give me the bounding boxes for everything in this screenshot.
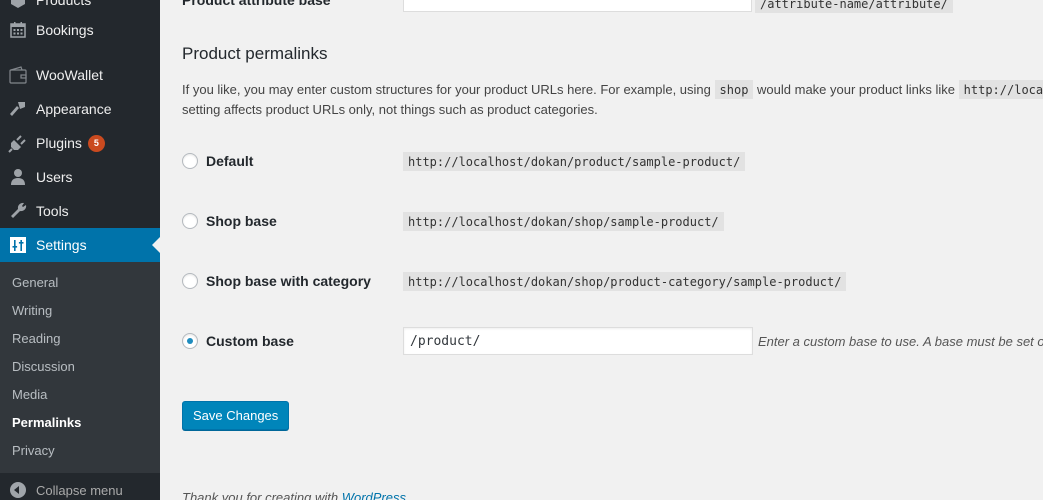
section-description: If you like, you may enter custom struct…: [182, 79, 1043, 101]
menu-item-bookings[interactable]: Bookings: [0, 13, 160, 47]
option-label: Shop base with category: [206, 273, 371, 289]
menu-item-label: Plugins: [36, 135, 82, 151]
wallet-icon: [0, 65, 36, 85]
menu-item-label: WooWallet: [36, 67, 103, 83]
submenu-item-writing[interactable]: Writing: [0, 297, 160, 325]
user-icon: [0, 167, 36, 187]
desc-text-2: would make your product links like: [757, 82, 956, 97]
submenu-item-media[interactable]: Media: [0, 381, 160, 409]
footer-thanks: Thank you for creating with: [182, 490, 339, 500]
settings-sliders-icon: [0, 236, 36, 254]
wordpress-link[interactable]: WordPress: [342, 490, 406, 500]
menu-item-woowallet[interactable]: WooWallet: [0, 58, 160, 92]
radio-shop-base-with-category[interactable]: [182, 273, 198, 289]
footer-text: Thank you for creating with WordPress: [182, 490, 406, 500]
submenu-item-privacy[interactable]: Privacy: [0, 437, 160, 465]
example-url-shop-base-with-category: http://localhost/dokan/shop/product-cate…: [403, 272, 847, 291]
custom-base-input[interactable]: [403, 327, 753, 355]
menu-item-label: Bookings: [36, 22, 94, 38]
submenu-item-reading[interactable]: Reading: [0, 325, 160, 353]
radio-default[interactable]: [182, 153, 198, 169]
menu-item-label: Users: [36, 169, 73, 185]
menu-item-settings[interactable]: Settings: [0, 228, 160, 262]
desc-text-1: If you like, you may enter custom struct…: [182, 82, 711, 97]
menu-item-label: Settings: [36, 237, 87, 253]
section-title: Product permalinks: [182, 44, 328, 63]
option-custom-base[interactable]: Custom base: [182, 333, 294, 349]
section-description-line2: setting affects product URLs only, not t…: [182, 102, 598, 117]
menu-item-label: Products: [36, 0, 92, 8]
custom-base-hint: Enter a custom base to use. A base must …: [758, 334, 1043, 349]
collapse-arrow-icon: [10, 482, 26, 498]
menu-item-plugins[interactable]: Plugins 5: [0, 126, 160, 160]
current-menu-arrow: [152, 237, 160, 253]
collapse-menu-button[interactable]: Collapse menu: [0, 473, 160, 500]
save-changes-button[interactable]: Save Changes: [182, 401, 290, 430]
option-default[interactable]: Default: [182, 153, 253, 169]
menu-item-users[interactable]: Users: [0, 160, 160, 194]
desc-code-shop: shop: [714, 80, 754, 99]
submenu-item-permalinks[interactable]: Permalinks: [0, 409, 160, 437]
main-content: Product attribute base /attribute-name/a…: [182, 0, 1043, 500]
option-label: Custom base: [206, 333, 294, 349]
admin-sidebar: Products Bookings WooWallet Appearance P…: [0, 0, 160, 500]
example-url-default: http://localhost/dokan/product/sample-pr…: [403, 152, 746, 171]
menu-item-label: Appearance: [36, 101, 112, 117]
attribute-base-label: Product attribute base: [182, 0, 331, 8]
menu-item-label: Tools: [36, 203, 69, 219]
radio-custom-base[interactable]: [182, 333, 198, 349]
example-url-shop-base: http://localhost/dokan/shop/sample-produ…: [403, 212, 724, 231]
option-shop-base-with-category[interactable]: Shop base with category: [182, 273, 371, 289]
collapse-menu-label: Collapse menu: [36, 482, 123, 498]
wrench-icon: [0, 201, 36, 221]
menu-item-tools[interactable]: Tools: [0, 194, 160, 228]
products-icon: [0, 0, 36, 10]
option-shop-base[interactable]: Shop base: [182, 213, 277, 229]
submenu-item-general[interactable]: General: [0, 269, 160, 297]
plugin-icon: [0, 133, 36, 153]
menu-item-appearance[interactable]: Appearance: [0, 92, 160, 126]
calendar-icon: [0, 21, 36, 39]
option-label: Shop base: [206, 213, 277, 229]
settings-submenu: General Writing Reading Discussion Media…: [0, 262, 160, 473]
radio-shop-base[interactable]: [182, 213, 198, 229]
submenu-item-discussion[interactable]: Discussion: [0, 353, 160, 381]
attribute-base-input[interactable]: [403, 0, 752, 12]
option-label: Default: [206, 153, 254, 169]
attribute-base-suffix: /attribute-name/attribute/: [755, 0, 953, 13]
paintbrush-icon: [0, 99, 36, 119]
desc-code-example-url: http://localhost/dokan/shop/sample-produ…: [958, 80, 1043, 99]
plugins-update-count-badge: 5: [87, 134, 105, 152]
